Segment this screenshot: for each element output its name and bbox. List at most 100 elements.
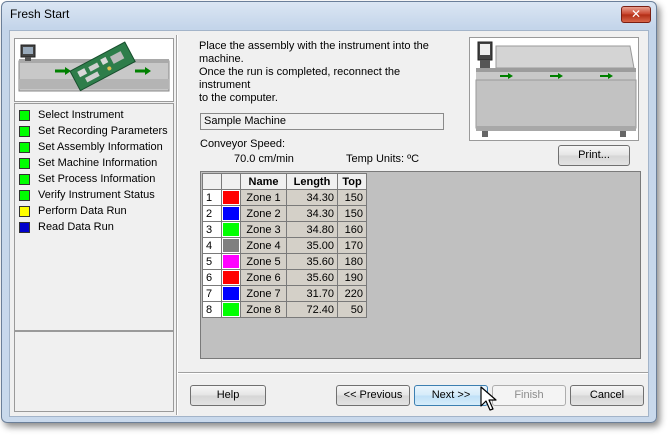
zone-color-swatch[interactable] bbox=[221, 301, 241, 318]
zone-top-cell[interactable]: 150 bbox=[337, 189, 367, 206]
close-button[interactable]: ✕ bbox=[621, 6, 651, 23]
table-row[interactable]: 2 Zone 2 34.30 150 bbox=[202, 205, 367, 222]
window-title: Fresh Start bbox=[10, 7, 70, 21]
zone-top-cell[interactable]: 160 bbox=[337, 221, 367, 238]
zone-top-cell[interactable]: 190 bbox=[337, 269, 367, 286]
step-set-assembly-information: Set Assembly Information bbox=[19, 140, 171, 155]
column-header: Length bbox=[286, 173, 338, 190]
zone-length-cell[interactable]: 34.30 bbox=[286, 205, 338, 222]
step-set-recording-parameters: Set Recording Parameters bbox=[19, 124, 171, 139]
horizontal-divider bbox=[178, 372, 648, 374]
step-label: Set Process Information bbox=[38, 173, 156, 185]
zone-color-swatch[interactable] bbox=[221, 237, 241, 254]
previous-button[interactable]: << Previous bbox=[336, 385, 410, 406]
step-label: Read Data Run bbox=[38, 221, 114, 233]
zone-color-swatch[interactable] bbox=[221, 205, 241, 222]
step-label: Select Instrument bbox=[38, 109, 124, 121]
zone-length-cell[interactable]: 35.60 bbox=[286, 269, 338, 286]
row-index: 4 bbox=[202, 237, 222, 254]
instruction-line: to the computer. bbox=[199, 92, 278, 104]
zone-color-swatch[interactable] bbox=[221, 253, 241, 270]
next-button[interactable]: Next >> bbox=[414, 385, 488, 406]
table-row[interactable]: 1 Zone 1 34.30 150 bbox=[202, 189, 367, 206]
step-status-icon bbox=[19, 158, 30, 169]
zone-color-swatch[interactable] bbox=[221, 221, 241, 238]
zone-name-cell[interactable]: Zone 6 bbox=[240, 269, 287, 286]
zone-top-cell[interactable]: 50 bbox=[337, 301, 367, 318]
table-row[interactable]: 7 Zone 7 31.70 220 bbox=[202, 285, 367, 302]
zone-color-swatch[interactable] bbox=[221, 285, 241, 302]
row-index: 3 bbox=[202, 221, 222, 238]
step-status-icon bbox=[19, 190, 30, 201]
table-header-row: Name Length Top bbox=[202, 173, 367, 190]
instruction-line: Once the run is completed, reconnect the… bbox=[199, 66, 401, 91]
row-index: 7 bbox=[202, 285, 222, 302]
fresh-start-window: Fresh Start ✕ Select Instrument Set Reco… bbox=[1, 1, 657, 423]
left-bottom-panel bbox=[14, 331, 174, 412]
instruction-line: Place the assembly with the instrument i… bbox=[199, 40, 429, 52]
print-button[interactable]: Print... bbox=[558, 145, 630, 166]
column-header: Name bbox=[240, 173, 287, 190]
row-index: 6 bbox=[202, 269, 222, 286]
row-index: 5 bbox=[202, 253, 222, 270]
title-bar[interactable]: Fresh Start ✕ bbox=[2, 2, 656, 28]
zone-length-cell[interactable]: 72.40 bbox=[286, 301, 338, 318]
step-read-data-run: Read Data Run bbox=[19, 220, 171, 235]
zone-name-cell[interactable]: Zone 4 bbox=[240, 237, 287, 254]
table-row[interactable]: 5 Zone 5 35.60 180 bbox=[202, 253, 367, 270]
zone-name-cell[interactable]: Zone 5 bbox=[240, 253, 287, 270]
cancel-button[interactable]: Cancel bbox=[570, 385, 644, 406]
instructions-text: Place the assembly with the instrument i… bbox=[199, 40, 454, 105]
step-label: Set Assembly Information bbox=[38, 141, 163, 153]
table-row[interactable]: 3 Zone 3 34.80 160 bbox=[202, 221, 367, 238]
zone-length-cell[interactable]: 34.30 bbox=[286, 189, 338, 206]
vertical-divider bbox=[176, 35, 178, 415]
step-status-icon bbox=[19, 110, 30, 121]
step-set-machine-information: Set Machine Information bbox=[19, 156, 171, 171]
column-header bbox=[202, 173, 222, 190]
zone-length-cell[interactable]: 31.70 bbox=[286, 285, 338, 302]
column-header bbox=[221, 173, 241, 190]
machine-name-field: Sample Machine bbox=[200, 113, 444, 130]
row-index: 1 bbox=[202, 189, 222, 206]
zone-name-cell[interactable]: Zone 3 bbox=[240, 221, 287, 238]
step-status-icon bbox=[19, 174, 30, 185]
zone-name-cell[interactable]: Zone 7 bbox=[240, 285, 287, 302]
dialog-client-area: Select Instrument Set Recording Paramete… bbox=[9, 30, 649, 417]
step-label: Perform Data Run bbox=[38, 205, 127, 217]
step-verify-instrument-status: Verify Instrument Status bbox=[19, 188, 171, 203]
step-perform-data-run: Perform Data Run bbox=[19, 204, 171, 219]
step-status-icon bbox=[19, 222, 30, 233]
row-index: 2 bbox=[202, 205, 222, 222]
zone-color-swatch[interactable] bbox=[221, 269, 241, 286]
zone-length-cell[interactable]: 34.80 bbox=[286, 221, 338, 238]
zone-top-cell[interactable]: 180 bbox=[337, 253, 367, 270]
zone-top-cell[interactable]: 220 bbox=[337, 285, 367, 302]
table-row[interactable]: 4 Zone 4 35.00 170 bbox=[202, 237, 367, 254]
zone-name-cell[interactable]: Zone 1 bbox=[240, 189, 287, 206]
zone-name-cell[interactable]: Zone 2 bbox=[240, 205, 287, 222]
conveyor-speed-value: 70.0 cm/min bbox=[234, 153, 294, 165]
zone-color-swatch[interactable] bbox=[221, 189, 241, 206]
zone-length-cell[interactable]: 35.60 bbox=[286, 253, 338, 270]
zone-length-cell[interactable]: 35.00 bbox=[286, 237, 338, 254]
zone-name-cell[interactable]: Zone 8 bbox=[240, 301, 287, 318]
wizard-step-list: Select Instrument Set Recording Paramete… bbox=[14, 103, 174, 331]
help-button[interactable]: Help bbox=[190, 385, 266, 406]
step-set-process-information: Set Process Information bbox=[19, 172, 171, 187]
step-select-instrument: Select Instrument bbox=[19, 108, 171, 123]
zone-top-cell[interactable]: 170 bbox=[337, 237, 367, 254]
step-status-icon bbox=[19, 142, 30, 153]
conveyor-speed-label: Conveyor Speed: bbox=[200, 138, 285, 150]
step-label: Set Recording Parameters bbox=[38, 125, 168, 137]
table-row[interactable]: 8 Zone 8 72.40 50 bbox=[202, 301, 367, 318]
machine-image-panel bbox=[469, 37, 639, 141]
step-label: Verify Instrument Status bbox=[38, 189, 155, 201]
temp-units-label: Temp Units: ºC bbox=[346, 153, 420, 165]
instruction-line: machine. bbox=[199, 53, 244, 65]
zone-grid[interactable]: Name Length Top 1 Zone 1 34.30 150 2 Zon… bbox=[200, 171, 641, 359]
step-status-icon bbox=[19, 206, 30, 217]
table-row[interactable]: 6 Zone 6 35.60 190 bbox=[202, 269, 367, 286]
finish-button[interactable]: Finish bbox=[492, 385, 566, 406]
zone-top-cell[interactable]: 150 bbox=[337, 205, 367, 222]
